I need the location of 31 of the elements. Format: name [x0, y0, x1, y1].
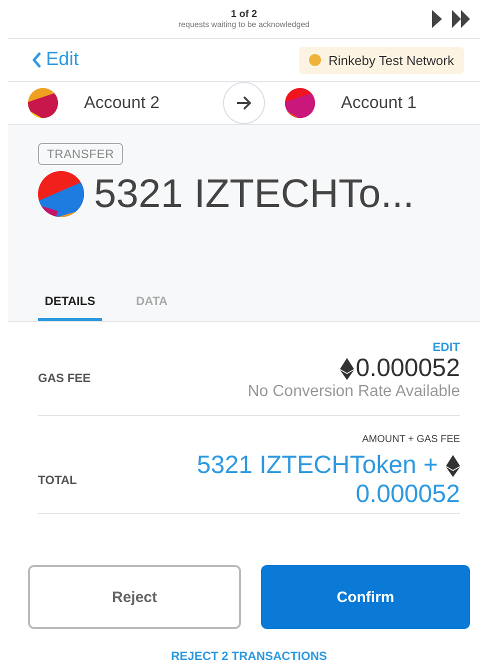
sender-account: Account 2: [84, 93, 160, 113]
last-icon[interactable]: [452, 10, 470, 28]
recipient-account: Account 1: [341, 93, 417, 113]
back-label: Edit: [46, 49, 79, 71]
tab[interactable]: DETAILS: [38, 288, 102, 321]
identicon-icon: [28, 88, 58, 118]
back-link[interactable]: Edit: [32, 49, 79, 71]
transaction-type: TRANSFER: [38, 143, 124, 165]
queue-position: 1 of 2: [230, 9, 258, 20]
total-label: TOTAL: [38, 473, 77, 487]
conversion-note: No Conversion Rate Available: [248, 383, 460, 401]
gas-fee-value: 0.000052: [356, 354, 460, 383]
chevron-left-icon: [32, 52, 42, 68]
total-value: 5321 IZTECHToken +: [196, 451, 438, 480]
token-icon: [38, 171, 84, 217]
gas-fee-label: GAS FEE: [38, 370, 91, 384]
identicon-icon: [285, 88, 315, 118]
reject-all-link[interactable]: REJECT 2 TRANSACTIONS: [170, 649, 328, 663]
total-value: 0.000052: [356, 480, 460, 509]
edit-gas-link[interactable]: EDIT: [432, 340, 460, 354]
next-icon[interactable]: [432, 10, 442, 28]
ethereum-icon: [340, 358, 354, 380]
network-name: Rinkeby Test Network: [328, 52, 454, 68]
arrow-right-icon: [236, 96, 252, 110]
total-heading: AMOUNT + GAS FEE: [362, 434, 460, 445]
network-badge[interactable]: Rinkeby Test Network: [298, 46, 464, 74]
ethereum-icon: [446, 454, 460, 476]
reject-button[interactable]: Reject: [28, 565, 241, 629]
confirm-button[interactable]: Confirm: [261, 565, 470, 629]
transaction-amount: 5321 IZTECHTo...: [94, 172, 414, 216]
queue-subtitle: requests waiting to be acknowledged: [178, 20, 310, 29]
